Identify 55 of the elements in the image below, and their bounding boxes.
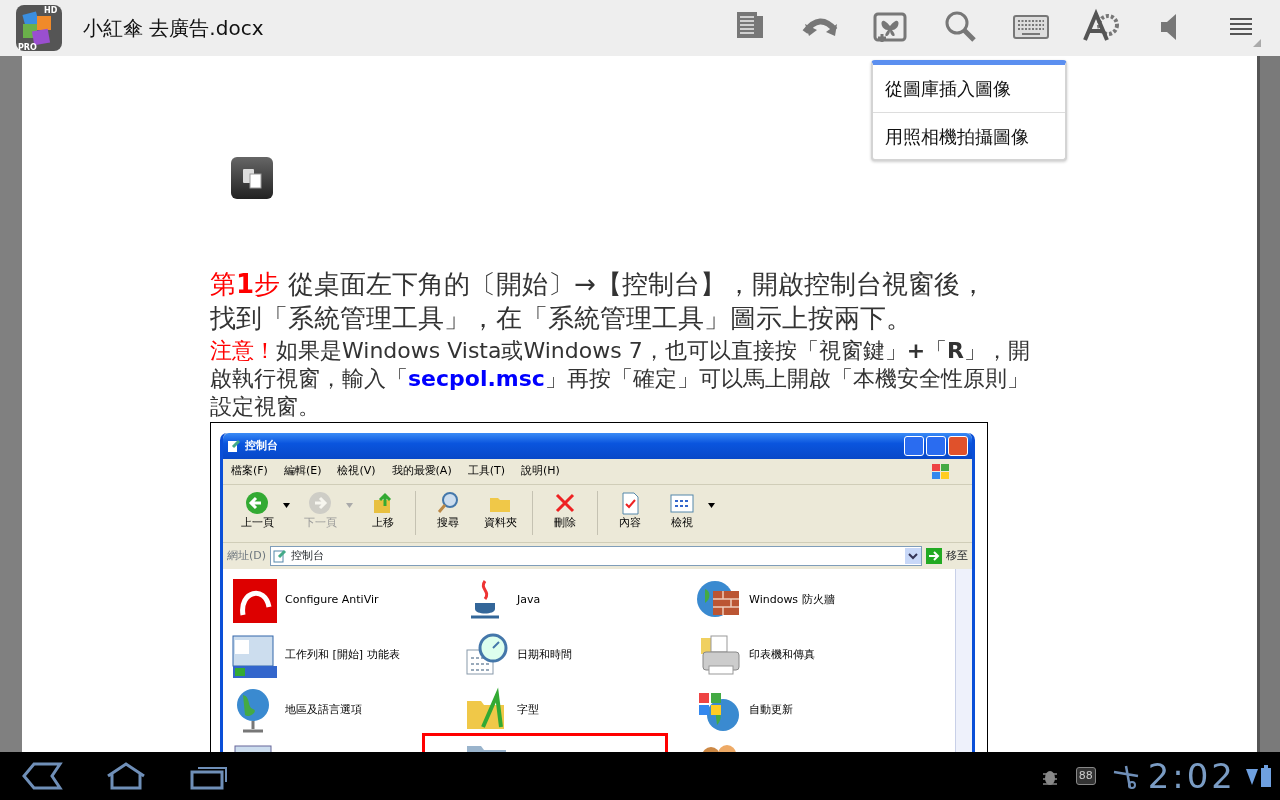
control-panel-icon [227,439,241,453]
item-label[interactable]: Configure AntiVir [285,592,379,609]
windows-flag-icon [930,461,952,482]
menu-item[interactable]: 檔案(F) [223,463,276,480]
app-logo-drawing [16,5,62,51]
menu-item[interactable]: 從圖庫插入圖像 [873,65,1065,112]
toolbar-button[interactable]: 搜尋 [422,485,474,532]
toolbar-button[interactable]: 上一頁 [231,485,283,532]
item-label[interactable]: 工作列和 [開始] 功能表 [285,647,400,664]
dropdown-arrow-icon[interactable] [283,503,290,508]
toolbar-button[interactable]: 上移 [357,485,409,532]
item-label[interactable]: 自動更新 [749,702,793,719]
address-value: 控制台 [291,547,326,564]
scrollbar[interactable] [955,569,972,752]
paragraph: 第1步 從桌面左下角的〔開始〕→【控制台】，開啟控制台視窗後，找到「系統管理工具」，在「系統管理工具」圖示上按兩下。 [210,268,988,335]
menu-item[interactable]: 編輯(E) [275,463,330,480]
go-arrow-icon [926,548,942,564]
item-label[interactable]: 地區及語言選項 [285,702,362,719]
toolbar-button[interactable]: 資料夾 [474,485,526,532]
menu-item[interactable]: 工具(T) [459,463,513,480]
dropdown-arrow-icon[interactable] [708,503,715,508]
menu-item[interactable]: 說明(H) [513,463,568,480]
document-title: 小紅傘 去廣告.docx [83,15,264,42]
back-icon[interactable] [20,760,64,792]
go-button[interactable]: 移至 [926,547,968,565]
clock-time: 2:02 [1147,754,1236,798]
menu-item[interactable]: 我的最愛(A) [383,463,460,480]
control-panel-icon [273,549,288,563]
logo-label: HD [44,6,58,15]
umbrella-logo-icon[interactable] [231,576,279,625]
close-button[interactable] [948,436,968,456]
address-field[interactable]: 控制台 [270,546,922,566]
paragraph: 注意！如果是Windows Vista或Windows 7，也可以直接按「視窗鍵」+「R」，開啟執行視窗，輸入「secpol.msc」再按「確定」可以馬上開啟「本機安全性原則」設定視窗。 [210,337,1032,421]
toolbar-button[interactable]: 內容 [604,485,656,532]
item-label[interactable]: 印表機和傳真 [749,647,815,664]
battery-level-badge: 88 [1075,766,1096,786]
magnifier-icon [436,491,460,515]
item-label[interactable]: 字型 [517,702,539,719]
address-label: 網址(D) [227,547,267,564]
toolbar-button[interactable]: 檢視 [656,485,708,532]
clipboard-icon [241,166,263,190]
grid-view-icon [670,491,694,515]
item-label[interactable]: Java [517,592,541,609]
window-title: 控制台 [245,437,279,454]
paste-button[interactable] [231,157,273,199]
item-label[interactable]: Windows 防火牆 [749,592,835,609]
toolbar-button[interactable]: 刪除 [539,485,591,532]
delete-x-icon [553,491,577,515]
menu-item[interactable]: 用照相機拍攝圖像 [873,112,1065,159]
maximize-button[interactable] [926,436,946,456]
battery-icon [1260,764,1272,788]
minimize-button[interactable] [904,436,924,456]
item-label[interactable]: 日期和時間 [517,647,572,664]
menu-item[interactable]: 檢視(V) [329,463,384,480]
logo-label: PRO [18,43,37,52]
